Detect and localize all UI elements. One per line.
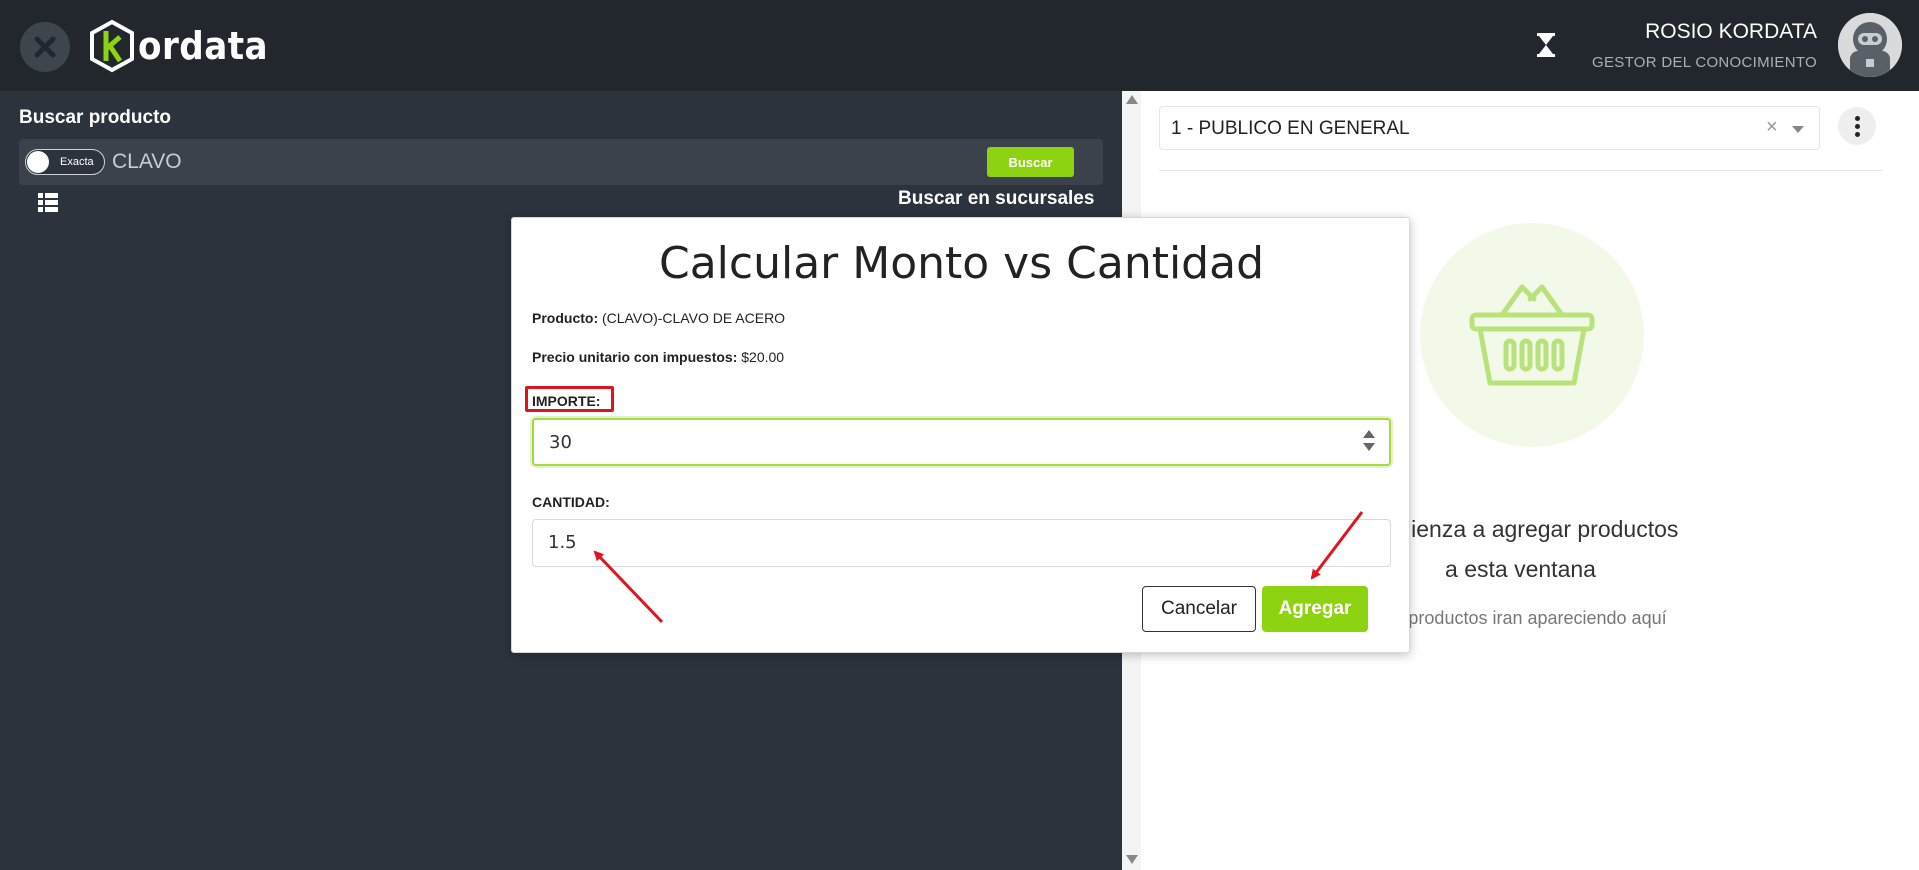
kordata-logo[interactable]: ordata [88,18,283,74]
toggle-label: Exacta [60,156,94,168]
empty-cart-illustration [1420,223,1644,447]
importe-value: 30 [549,432,572,453]
chevron-down-icon[interactable] [1792,126,1804,133]
number-spinner[interactable] [1363,430,1375,456]
importe-label: IMPORTE: [532,393,601,409]
cantidad-input[interactable]: 1.5 [532,519,1391,567]
price-line: Precio unitario con impuestos: $20.00 [532,349,784,365]
close-icon [34,36,56,58]
user-role: GESTOR DEL CONOCIMIENTO [1592,54,1817,71]
calc-modal: Calcular Monto vs Cantidad Producto: (CL… [511,217,1410,653]
list-view-icon[interactable] [38,193,58,212]
more-dot [1854,131,1860,137]
divider [1159,170,1882,171]
hourglass-icon[interactable] [1535,32,1557,58]
exact-toggle[interactable]: Exacta [25,149,105,175]
product-line: Producto: (CLAVO)-CLAVO DE ACERO [532,310,785,326]
search-branches-link[interactable]: Buscar en sucursales [898,188,1094,210]
avatar[interactable] [1838,13,1902,77]
search-input[interactable] [112,145,812,179]
spin-down-icon[interactable] [1363,443,1375,451]
cantidad-value: 1.5 [548,532,577,553]
importe-input[interactable]: 30 [532,418,1391,466]
cancel-button[interactable]: Cancelar [1142,586,1256,632]
product-label: Producto: [532,310,599,326]
scroll-down-icon[interactable] [1126,855,1138,864]
price-value: $20.00 [741,349,785,365]
toggle-knob [27,151,49,173]
search-bar: Exacta Buscar [19,139,1103,185]
clear-icon[interactable]: × [1766,116,1778,139]
product-value: (CLAVO)-CLAVO DE ACERO [602,310,786,326]
robot-avatar-icon [1838,13,1902,77]
scroll-up-icon[interactable] [1126,95,1138,104]
add-button[interactable]: Agregar [1262,586,1368,632]
client-value: 1 - PUBLICO EN GENERAL [1171,118,1410,139]
price-label: Precio unitario con impuestos: [532,349,738,365]
more-dot [1854,123,1860,129]
cantidad-label: CANTIDAD: [532,494,610,510]
client-select[interactable]: 1 - PUBLICO EN GENERAL × [1159,106,1820,150]
kordata-hex-logo-icon [90,19,134,73]
basket-icon [1469,284,1595,386]
logo-text: ordata [138,24,269,68]
user-name: ROSIO KORDATA [1645,20,1817,43]
more-vertical-icon[interactable] [1838,107,1876,145]
top-bar: ordata ROSIO KORDATA GESTOR DEL CONOCIMI… [0,0,1919,91]
modal-title: Calcular Monto vs Cantidad [659,238,1264,289]
spin-up-icon[interactable] [1363,430,1375,438]
close-button[interactable] [20,22,70,72]
more-dot [1854,115,1860,121]
search-title: Buscar producto [19,107,172,128]
search-button[interactable]: Buscar [987,147,1074,177]
